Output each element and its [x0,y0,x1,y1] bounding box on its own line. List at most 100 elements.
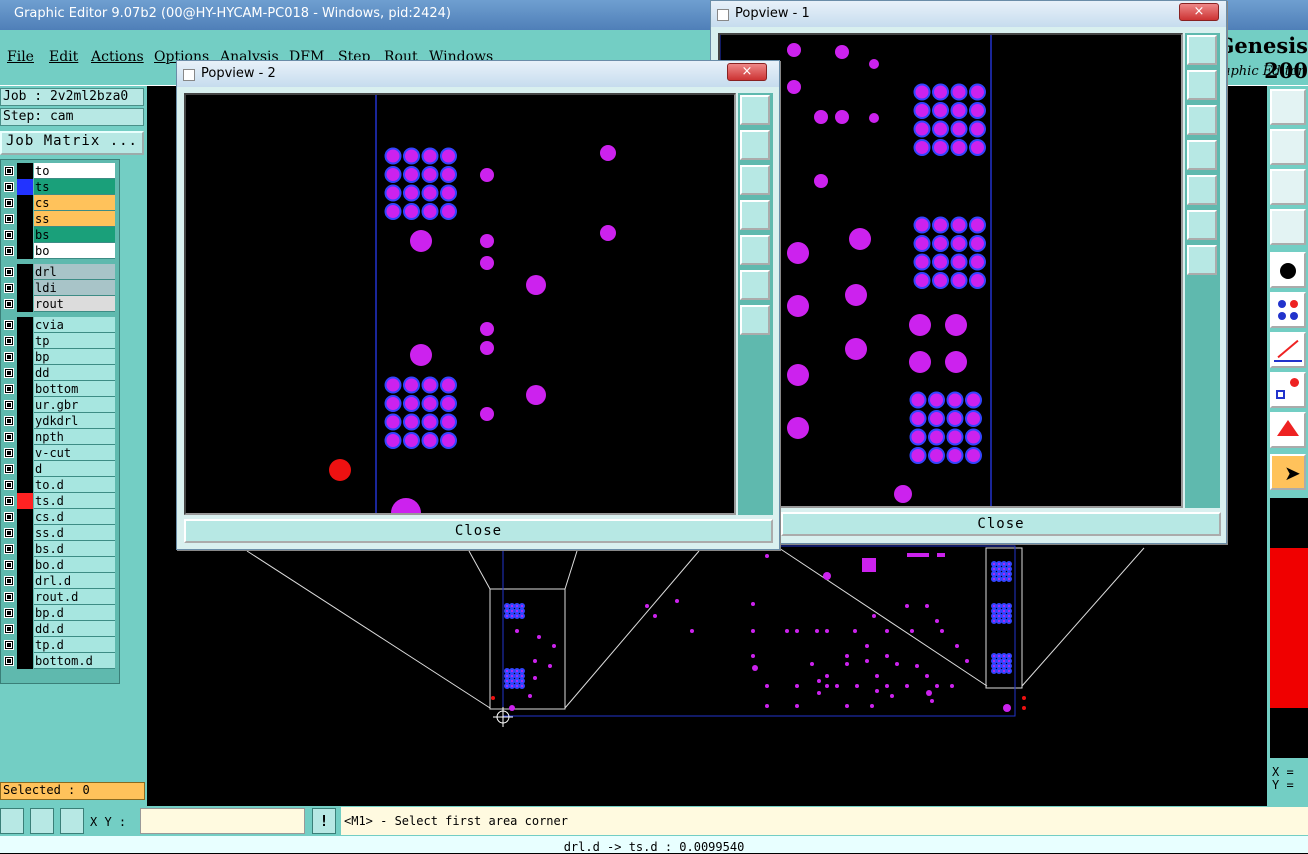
layer-row[interactable]: bs [1,227,117,243]
job-matrix-button[interactable]: Job Matrix ... [0,131,144,155]
layer-checkbox[interactable] [4,432,14,442]
popview-2-canvas[interactable] [184,93,736,515]
layer-name[interactable]: to [34,163,115,179]
layer-name[interactable]: drl.d [34,573,115,589]
layer-checkbox[interactable] [4,166,14,176]
menu-actions[interactable]: Actions [91,49,144,65]
layer-name[interactable]: bottom.d [34,653,115,669]
measure-icon[interactable] [30,808,54,834]
layer-checkbox[interactable] [4,384,14,394]
layer-checkbox[interactable] [4,640,14,650]
layer-name[interactable]: rout [34,296,115,312]
net-tool-icon[interactable] [1270,292,1306,328]
measure-tool-icon[interactable] [1270,209,1306,245]
layer-name[interactable]: tp.d [34,637,115,653]
layer-row[interactable]: rout [1,296,117,312]
window-up-tool-icon[interactable] [1270,89,1306,125]
layer-name[interactable]: d [34,461,115,477]
layer-row[interactable]: ur.gbr [1,397,117,413]
move-tool-icon[interactable] [1270,372,1306,408]
layer-name[interactable]: dd [34,365,115,381]
layer-row[interactable]: npth [1,429,117,445]
pointer-tool-icon[interactable]: ➤ [1270,454,1306,490]
layer-checkbox[interactable] [4,400,14,410]
layer-name[interactable]: cvia [34,317,115,333]
pv1-right-icon[interactable] [1187,175,1217,205]
layer-name[interactable]: dd.d [34,621,115,637]
layer-row[interactable]: rout.d [1,589,117,605]
layer-name[interactable]: bo [34,243,115,259]
popview-2-close-icon[interactable]: × [727,63,767,81]
layer-row[interactable]: bp.d [1,605,117,621]
layer-row[interactable]: ydkdrl [1,413,117,429]
pv2-up-icon[interactable] [740,130,770,160]
layer-checkbox[interactable] [4,528,14,538]
layer-checkbox[interactable] [4,592,14,602]
pv2-down-icon[interactable] [740,165,770,195]
layer-row[interactable]: bottom.d [1,653,117,669]
menu-file[interactable]: File [7,49,34,65]
layer-row[interactable]: ldi [1,280,117,296]
layer-row[interactable]: drl.d [1,573,117,589]
layer-checkbox[interactable] [4,352,14,362]
layer-row[interactable]: tp.d [1,637,117,653]
pv2-left-icon[interactable] [740,200,770,230]
pv1-up-icon[interactable] [1187,70,1217,100]
layer-checkbox[interactable] [4,320,14,330]
warning-icon[interactable]: ! [312,808,336,834]
layer-name[interactable]: bs [34,227,115,243]
layer-row[interactable]: bo.d [1,557,117,573]
pv1-center-icon[interactable] [1187,245,1217,275]
layer-checkbox[interactable] [4,480,14,490]
pv2-fit-icon[interactable] [740,270,770,300]
layer-row[interactable]: ts.d [1,493,117,509]
line-tool-icon[interactable] [1270,332,1306,368]
layer-row[interactable]: bottom [1,381,117,397]
layer-name[interactable]: bp [34,349,115,365]
layer-row[interactable]: cs [1,195,117,211]
layer-name[interactable]: ldi [34,280,115,296]
pv2-right-icon[interactable] [740,235,770,265]
pv1-zoom-icon[interactable] [1187,35,1217,65]
layer-checkbox[interactable] [4,544,14,554]
layer-checkbox[interactable] [4,416,14,426]
layer-checkbox[interactable] [4,576,14,586]
layer-checkbox[interactable] [4,299,14,309]
layer-checkbox[interactable] [4,336,14,346]
layer-checkbox[interactable] [4,214,14,224]
layer-name[interactable]: cs [34,195,115,211]
layer-name[interactable]: to.d [34,477,115,493]
layer-row[interactable]: dd.d [1,621,117,637]
popview-1-titlebar[interactable]: Popview - 1 [711,1,1226,27]
layer-name[interactable]: ts [34,179,115,195]
layer-checkbox[interactable] [4,608,14,618]
layer-name[interactable]: rout.d [34,589,115,605]
layer-name[interactable]: bottom [34,381,115,397]
layer-row[interactable]: dd [1,365,117,381]
menu-edit[interactable]: Edit [49,49,78,65]
layer-name[interactable]: cs.d [34,509,115,525]
layer-checkbox[interactable] [4,198,14,208]
layer-row[interactable]: ss [1,211,117,227]
layer-checkbox[interactable] [4,448,14,458]
pv1-left-icon[interactable] [1187,140,1217,170]
layer-checkbox[interactable] [4,560,14,570]
layer-row[interactable]: bo [1,243,117,259]
zoom-area-icon[interactable] [0,808,24,834]
layer-name[interactable]: tp [34,333,115,349]
window-left-tool-icon[interactable] [1270,129,1306,165]
pv1-down-icon[interactable] [1187,105,1217,135]
layer-row[interactable]: to.d [1,477,117,493]
layer-row[interactable]: cvia [1,317,117,333]
layer-checkbox[interactable] [4,624,14,634]
popview-2-titlebar[interactable]: Popview - 2 [177,61,779,87]
layer-row[interactable]: cs.d [1,509,117,525]
layer-name[interactable]: ydkdrl [34,413,115,429]
xy-input[interactable] [140,808,305,834]
layer-checkbox[interactable] [4,267,14,277]
layer-name[interactable]: ss [34,211,115,227]
layer-checkbox[interactable] [4,512,14,522]
popview-1-close-button[interactable]: Close [781,512,1221,536]
layer-checkbox[interactable] [4,464,14,474]
layer-checkbox[interactable] [4,496,14,506]
